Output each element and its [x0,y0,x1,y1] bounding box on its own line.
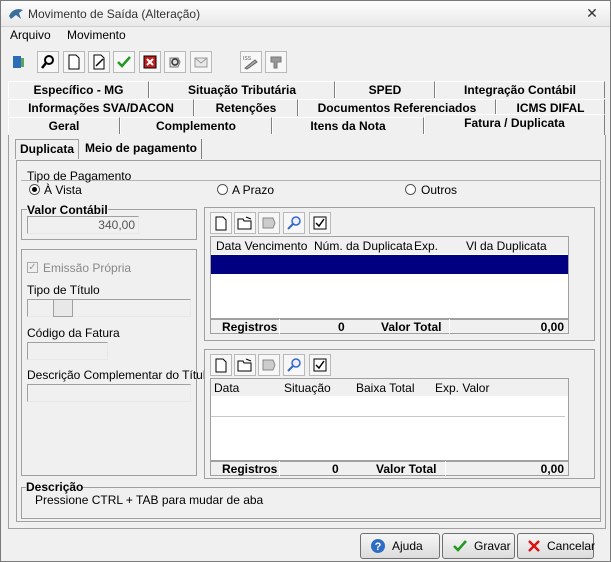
window: Movimento de Saída (Alteração) ✕ Arquivo… [0,0,611,562]
tab-complemento[interactable]: Complemento [120,117,272,134]
tab-especifico-mg[interactable]: Específico - MG [8,81,149,98]
grid1-total-label: Valor Total [381,320,442,334]
subtab-duplicata[interactable]: Duplicata [15,139,80,159]
grid1-delete-icon[interactable] [258,212,280,234]
descricao-label: Descrição [26,480,84,494]
duplicatas-footer: Registros 0 Valor Total 0,00 [210,319,569,334]
tab-itens-da-nota[interactable]: Itens da Nota [272,117,424,134]
cancelar-button[interactable]: Cancelar [517,533,596,559]
close-icon[interactable]: ✕ [584,5,600,21]
grid2-search-icon[interactable] [283,354,305,376]
tipo-titulo-label: Tipo de Título [27,283,100,297]
emissao-propria-label: Emissão Própria [43,261,132,275]
tab-informacoes-sva-dacon[interactable]: Informações SVA/DACON [8,99,194,116]
emissao-propria-checkbox[interactable]: ✓ [27,262,38,273]
gravar-button[interactable]: Gravar [442,533,515,559]
grid1-registros-label: Registros [222,320,278,334]
tipo-pagamento-legend: Tipo de Pagamento [27,169,132,183]
valor-contabil-label: Valor Contábil [27,203,108,217]
tab-situacao-tributaria[interactable]: Situação Tributária [149,81,335,98]
col-vl-duplicata[interactable]: Vl da Duplicata [466,239,547,253]
radio-a-vista-label: À Vista [44,183,82,197]
delete-icon[interactable] [139,51,161,73]
new-document-icon[interactable] [63,51,85,73]
codigo-fatura-label: Código da Fatura [27,326,120,340]
svg-text:ISS: ISS [243,56,252,62]
tipo-titulo-lookup-button[interactable] [53,299,73,317]
search-icon[interactable] [37,51,59,73]
cancel-x-icon [526,537,542,555]
grid1-new-icon[interactable] [210,212,232,234]
refresh-icon[interactable] [164,51,186,73]
title-bar: Movimento de Saída (Alteração) ✕ [1,1,610,27]
tab-row-3: Geral Complemento Itens da Nota Fatura /… [8,114,605,135]
iss-stamp-icon[interactable]: ISS [240,51,262,73]
tab-row-1: Específico - MG Situação Tributária SPED… [8,81,605,98]
ajuda-button[interactable]: ? Ajuda [360,533,440,559]
grid1-select-icon[interactable] [309,212,331,234]
baixas-footer: Registros 0 Valor Total 0,00 [210,461,569,476]
tab-retencoes[interactable]: Retenções [194,99,298,116]
subtab-meio-de-pagamento[interactable]: Meio de pagamento [81,139,203,159]
gravar-label: Gravar [474,539,511,553]
menu-arquivo[interactable]: Arquivo [10,28,51,42]
grid2-total-label: Valor Total [376,462,437,476]
cancelar-label: Cancelar [547,539,596,553]
tipo-titulo-field[interactable] [27,299,191,317]
exit-door-icon[interactable] [8,51,30,73]
col-data-vencimento[interactable]: Data Vencimento [216,239,307,253]
grid2-select-icon[interactable] [309,354,331,376]
window-title: Movimento de Saída (Alteração) [28,7,201,21]
table-row[interactable] [211,416,565,417]
radio-outros[interactable] [405,184,416,195]
col-situacao[interactable]: Situação [284,381,331,395]
baixas-table[interactable]: Data Situação Baixa Total Exp. Valor [210,378,569,461]
radio-a-prazo-label: A Prazo [232,183,275,197]
menu-bar: Arquivo Movimento [1,27,610,45]
svg-text:?: ? [375,541,382,553]
tab-fatura-duplicata[interactable]: Fatura / Duplicata [424,114,605,135]
descricao-complementar-field[interactable] [27,384,191,402]
tipo-pagamento-group [21,180,601,200]
grid1-registros-value: 0 [338,320,345,334]
radio-outros-label: Outros [421,183,458,197]
col-exp-valor[interactable]: Exp. Valor [435,381,489,395]
col-baixa-total[interactable]: Baixa Total [356,381,414,395]
app-bird-icon [9,9,23,19]
menu-movimento[interactable]: Movimento [67,28,126,42]
grid2-registros-label: Registros [222,462,278,476]
grid1-total-value: 0,00 [540,320,564,334]
mail-icon[interactable] [190,51,212,73]
descricao-text: Pressione CTRL + TAB para mudar de aba [35,493,264,507]
toolbar: ISS [6,49,606,77]
grid2-open-icon[interactable] [234,354,256,376]
grid1-open-icon[interactable] [234,212,256,234]
table-row[interactable] [211,255,568,274]
duplicatas-table[interactable]: Data Vencimento Núm. da Duplicata Exp. V… [210,236,569,319]
radio-a-vista[interactable] [29,184,40,195]
col-data[interactable]: Data [214,381,239,395]
help-icon: ? [369,537,387,555]
col-exp[interactable]: Exp. [414,239,438,253]
tab-integracao-contabil[interactable]: Integração Contábil [435,81,605,98]
grid2-total-value: 0,00 [540,462,564,476]
edit-document-icon[interactable] [88,51,110,73]
valor-contabil-field[interactable]: 340,00 [27,216,139,234]
grid2-new-icon[interactable] [210,354,232,376]
grid1-search-icon[interactable] [283,212,305,234]
confirm-check-icon[interactable] [113,51,135,73]
codigo-fatura-field[interactable] [27,342,108,360]
grid2-registros-value: 0 [332,462,339,476]
radio-a-prazo[interactable] [217,184,228,195]
descricao-complementar-label: Descrição Complementar do Título [27,368,213,382]
tab-geral[interactable]: Geral [8,117,120,134]
tab-sped[interactable]: SPED [335,81,435,98]
stamp-icon[interactable] [265,51,287,73]
ajuda-label: Ajuda [392,539,423,553]
col-num-duplicata[interactable]: Núm. da Duplicata [314,239,413,253]
check-icon [451,537,469,555]
grid2-delete-icon[interactable] [258,354,280,376]
